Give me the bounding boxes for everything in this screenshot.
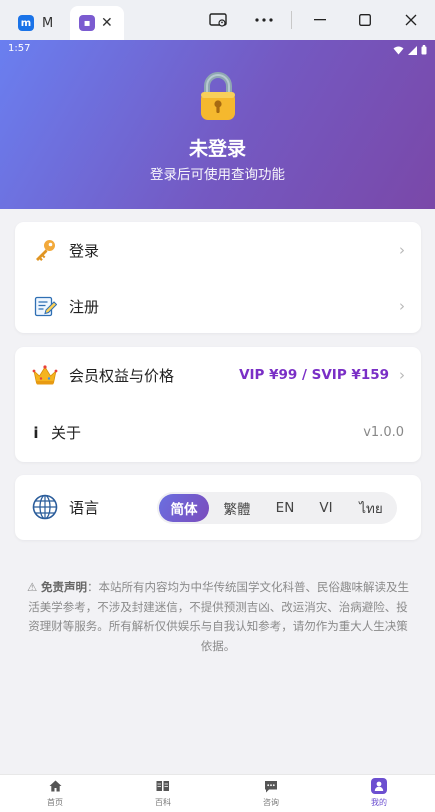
profile-header: 1:57 未登录 登录后可使用查询功能 — [0, 40, 435, 209]
lang-option-english[interactable]: EN — [265, 494, 305, 522]
more-options-icon[interactable] — [252, 8, 276, 32]
register-row[interactable]: 注册 › — [15, 278, 421, 334]
account-card: 登录 › 注册 › — [15, 222, 421, 333]
chevron-right-icon: › — [399, 297, 405, 315]
membership-label: 会员权益与价格 — [69, 366, 175, 385]
tab-other-label: M — [42, 15, 54, 31]
close-window-icon[interactable] — [399, 8, 423, 32]
nav-encyclopedia[interactable]: 百科 — [133, 778, 193, 808]
nav-mine-label: 我的 — [371, 798, 387, 807]
status-icons — [393, 43, 427, 57]
home-icon — [47, 778, 63, 794]
nav-home[interactable]: 首页 — [25, 778, 85, 808]
login-label: 登录 — [69, 241, 100, 260]
membership-row[interactable]: 会员权益与价格 VIP ¥99 / SVIP ¥159 › — [15, 347, 421, 403]
profile-icon — [371, 778, 387, 794]
login-row[interactable]: 登录 › — [15, 222, 421, 278]
disclaimer: ⚠ 免责声明：本站所有内容均为中华传统国学文化科普、民俗趣味解读及生活美学参考，… — [24, 578, 412, 656]
cast-icon[interactable] — [206, 8, 230, 32]
nav-mine[interactable]: 我的 — [349, 778, 409, 808]
wifi-icon — [393, 46, 404, 54]
lang-option-simplified[interactable]: 简体 — [159, 494, 209, 522]
globe-icon — [32, 494, 58, 520]
crown-icon — [32, 362, 58, 388]
about-row[interactable]: i 关于 v1.0.0 — [15, 404, 421, 461]
nav-encyclopedia-label: 百科 — [155, 798, 171, 807]
app-version: v1.0.0 — [363, 425, 404, 440]
login-status-subtitle: 登录后可使用查询功能 — [150, 167, 285, 183]
info-icon: i — [33, 423, 39, 442]
language-label: 语言 — [69, 499, 100, 517]
lock-icon — [198, 72, 238, 122]
register-form-icon — [32, 293, 58, 319]
tab-active[interactable]: ▪ ✕ — [70, 6, 124, 40]
disclaimer-title: 免责声明 — [40, 580, 87, 594]
signal-icon — [408, 45, 417, 55]
key-icon — [32, 237, 58, 263]
status-bar: 1:57 — [8, 43, 427, 57]
nav-home-label: 首页 — [47, 798, 63, 807]
minimize-icon[interactable] — [308, 8, 332, 32]
status-time: 1:57 — [8, 43, 31, 54]
bottom-navigation: 首页 百科 咨询 我的 — [0, 774, 435, 812]
lang-option-vietnamese[interactable]: VI — [309, 494, 343, 522]
lang-option-thai[interactable]: ไทย — [349, 494, 393, 522]
about-label: 关于 — [51, 424, 82, 442]
app-purple-icon: ▪ — [79, 15, 95, 31]
vip-price: VIP ¥99 / SVIP ¥159 — [239, 367, 389, 383]
battery-icon — [421, 45, 427, 55]
browser-titlebar: m M ▪ ✕ — [0, 0, 435, 40]
app-m-icon: m — [18, 15, 34, 31]
language-card: 语言 简体 繁體 EN VI ไทย — [15, 475, 421, 540]
chevron-right-icon: › — [399, 241, 405, 259]
info-card: 会员权益与价格 VIP ¥99 / SVIP ¥159 › i 关于 v1.0.… — [15, 347, 421, 462]
maximize-icon[interactable] — [353, 8, 377, 32]
nav-consult[interactable]: 咨询 — [241, 778, 301, 808]
nav-consult-label: 咨询 — [263, 798, 279, 807]
lang-option-traditional[interactable]: 繁體 — [215, 494, 259, 522]
warning-icon: ⚠ — [27, 580, 38, 594]
tab-other[interactable]: m M — [18, 6, 70, 40]
login-status-title: 未登录 — [188, 138, 246, 160]
chevron-right-icon: › — [399, 366, 405, 384]
chat-icon — [263, 778, 279, 794]
tab-close-icon[interactable]: ✕ — [101, 15, 113, 31]
language-selector: 简体 繁體 EN VI ไทย — [157, 492, 397, 524]
titlebar-divider — [291, 11, 292, 29]
book-icon — [155, 778, 171, 794]
register-label: 注册 — [69, 297, 100, 316]
